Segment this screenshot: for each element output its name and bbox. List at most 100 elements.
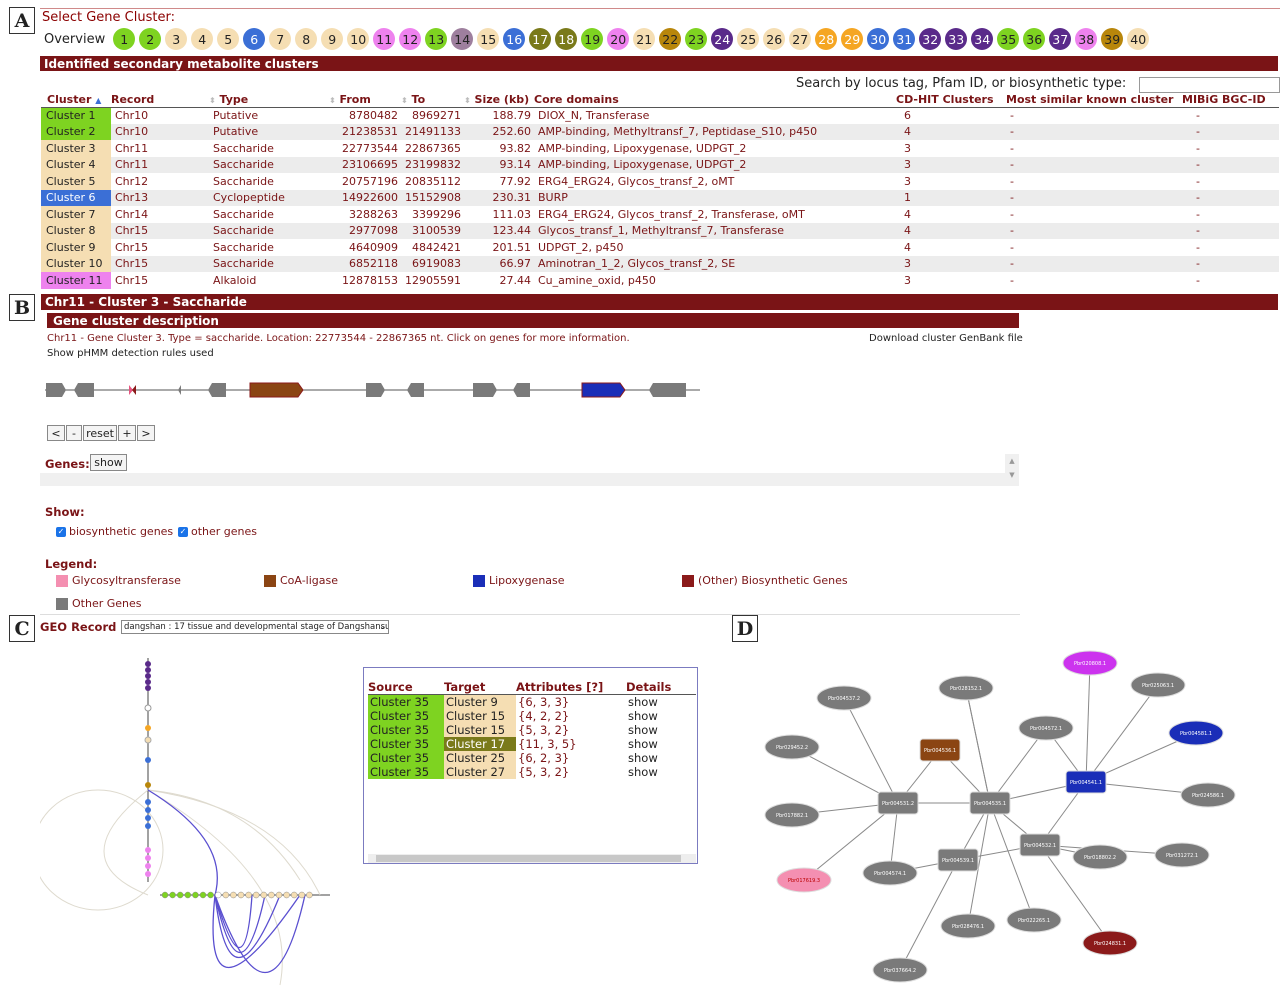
col-cdhit[interactable]: CD-HIT Clusters xyxy=(896,93,1006,108)
gene-arrow[interactable] xyxy=(74,383,94,397)
bio-genes-checkbox[interactable]: ✓ biosynthetic genes xyxy=(56,525,173,538)
cluster-bubble-35[interactable]: 35 xyxy=(997,28,1020,50)
net-col-details[interactable]: Details xyxy=(626,680,696,695)
cluster-bubble-29[interactable]: 29 xyxy=(841,28,864,50)
network-node[interactable]: Pbr004532.1 xyxy=(1019,833,1061,857)
cluster-bubble-31[interactable]: 31 xyxy=(893,28,916,50)
cluster-cell[interactable]: Cluster 3 xyxy=(41,140,111,157)
gene-arrow[interactable] xyxy=(513,383,530,397)
network-node[interactable]: Pbr024831.1 xyxy=(1082,930,1138,956)
gene-arrow[interactable] xyxy=(46,383,66,397)
gene-arrow[interactable] xyxy=(132,385,136,395)
cluster-bubble-1[interactable]: 1 xyxy=(113,28,136,50)
cluster-bubble-11[interactable]: 11 xyxy=(373,28,396,50)
cluster-cell[interactable]: Cluster 10 xyxy=(41,255,111,272)
node-dot[interactable] xyxy=(283,891,290,899)
node-dot[interactable] xyxy=(145,673,151,679)
network-node[interactable]: Pbr004541.1 xyxy=(1065,770,1107,794)
node-dot[interactable] xyxy=(214,891,222,899)
node-dot[interactable] xyxy=(145,667,151,673)
network-row[interactable]: Cluster 35 Cluster 9 {6, 3, 3} show xyxy=(368,694,696,709)
node-dot[interactable] xyxy=(268,891,275,899)
network-node[interactable]: Pbr004536.1 xyxy=(919,738,961,762)
cluster-bubble-25[interactable]: 25 xyxy=(737,28,760,50)
node-dot[interactable] xyxy=(222,891,230,899)
cluster-bubble-8[interactable]: 8 xyxy=(295,28,318,50)
cluster-bubble-27[interactable]: 27 xyxy=(789,28,812,50)
gene-arrow[interactable] xyxy=(581,382,626,398)
network-node[interactable]: Pbr025063.1 xyxy=(1130,672,1186,698)
node-dot[interactable] xyxy=(184,891,192,899)
col-mibig[interactable]: MIBiG BGC-ID xyxy=(1182,93,1279,108)
cluster-bubble-37[interactable]: 37 xyxy=(1049,28,1072,50)
node-dot[interactable] xyxy=(237,891,245,899)
table-row[interactable]: Cluster 8 Chr15 Saccharide 2977098 3100539 12… xyxy=(41,222,1279,239)
cluster-bubble-38[interactable]: 38 xyxy=(1075,28,1098,50)
node-dot[interactable] xyxy=(161,891,169,899)
table-row[interactable]: Cluster 9 Chr15 Saccharide 4640909 4842421 20… xyxy=(41,239,1279,256)
col-similar[interactable]: Most similar known cluster xyxy=(1006,93,1182,108)
nav-prev-button[interactable]: < xyxy=(47,425,65,441)
network-node[interactable]: Pbr004574.1 xyxy=(862,860,918,886)
network-h-scrollbar[interactable] xyxy=(368,854,696,863)
network-row[interactable]: Cluster 35 Cluster 27 {5, 3, 2} show xyxy=(368,765,696,779)
node-dot[interactable] xyxy=(176,891,184,899)
col-type[interactable]: ⬍ Type xyxy=(209,93,329,108)
network-node[interactable]: Pbr028152.1 xyxy=(938,675,994,701)
cluster-bubble-2[interactable]: 2 xyxy=(139,28,162,50)
node-dot[interactable] xyxy=(275,891,283,899)
cluster-bubble-20[interactable]: 20 xyxy=(607,28,630,50)
cluster-cell[interactable]: Cluster 11 xyxy=(41,272,111,289)
cluster-bubble-23[interactable]: 23 xyxy=(685,28,708,50)
cluster-bubble-10[interactable]: 10 xyxy=(347,28,370,50)
net-cell-details[interactable]: show xyxy=(626,695,696,709)
cluster-bubble-5[interactable]: 5 xyxy=(217,28,240,50)
cluster-cell[interactable]: Cluster 2 xyxy=(41,123,111,140)
cluster-bubble-39[interactable]: 39 xyxy=(1101,28,1124,50)
node-dot[interactable] xyxy=(144,736,152,744)
genes-h-scrollbar[interactable] xyxy=(40,473,1005,486)
cluster-bubble-14[interactable]: 14 xyxy=(451,28,474,50)
node-dot[interactable] xyxy=(145,871,151,877)
gene-arrow[interactable] xyxy=(473,383,497,397)
gene-arrow[interactable] xyxy=(249,382,304,398)
col-domains[interactable]: Core domains xyxy=(534,93,896,108)
node-dot[interactable] xyxy=(145,661,151,667)
node-dot[interactable] xyxy=(145,823,151,829)
network-row[interactable]: Cluster 35 Cluster 25 {6, 2, 3} show xyxy=(368,751,696,765)
cluster-bubble-26[interactable]: 26 xyxy=(763,28,786,50)
cluster-bubble-15[interactable]: 15 xyxy=(477,28,500,50)
node-dot[interactable] xyxy=(245,891,252,899)
network-node[interactable]: Pbr004539.1 xyxy=(937,848,979,872)
net-col-attributes[interactable]: Attributes [?] xyxy=(516,680,626,695)
table-row[interactable]: Cluster 10 Chr15 Saccharide 6852118 6919083 6… xyxy=(41,255,1279,272)
gene-arrow[interactable] xyxy=(407,383,424,397)
gene-arrow[interactable] xyxy=(178,385,181,395)
node-dot[interactable] xyxy=(145,863,151,869)
cluster-bubble-24[interactable]: 24 xyxy=(711,28,734,50)
network-node[interactable]: Pbr004535.1 xyxy=(969,791,1011,815)
cluster-bubble-12[interactable]: 12 xyxy=(399,28,422,50)
network-node[interactable]: Pbr029452.2 xyxy=(764,734,820,760)
cluster-bubble-34[interactable]: 34 xyxy=(971,28,994,50)
node-dot[interactable] xyxy=(192,891,199,899)
cluster-bubble-21[interactable]: 21 xyxy=(633,28,656,50)
cluster-cell[interactable]: Cluster 4 xyxy=(41,156,111,173)
gene-arrow[interactable] xyxy=(366,383,385,397)
cluster-bubble-36[interactable]: 36 xyxy=(1023,28,1046,50)
table-row[interactable]: Cluster 4 Chr11 Saccharide 23106695 23199832… xyxy=(41,156,1279,173)
cluster-bubble-9[interactable]: 9 xyxy=(321,28,344,50)
gene-arrow[interactable] xyxy=(208,383,226,397)
network-node[interactable]: Pbr018802.2 xyxy=(1072,844,1128,870)
node-dot[interactable] xyxy=(145,847,151,853)
cluster-bubble-19[interactable]: 19 xyxy=(581,28,604,50)
cluster-cell[interactable]: Cluster 8 xyxy=(41,222,111,239)
network-node[interactable]: Pbr020808.1 xyxy=(1062,650,1118,676)
overview-link[interactable]: Overview xyxy=(44,32,105,47)
col-to[interactable]: ⬍ To xyxy=(401,93,464,108)
table-row[interactable]: Cluster 6 Chr13 Cyclopeptide 14922600 151529… xyxy=(41,189,1279,206)
network-node[interactable]: Pbr024586.1 xyxy=(1180,782,1236,808)
node-dot[interactable] xyxy=(145,685,151,691)
network-node[interactable]: Pbr004531.2 xyxy=(877,791,919,815)
node-dot[interactable] xyxy=(230,891,237,899)
